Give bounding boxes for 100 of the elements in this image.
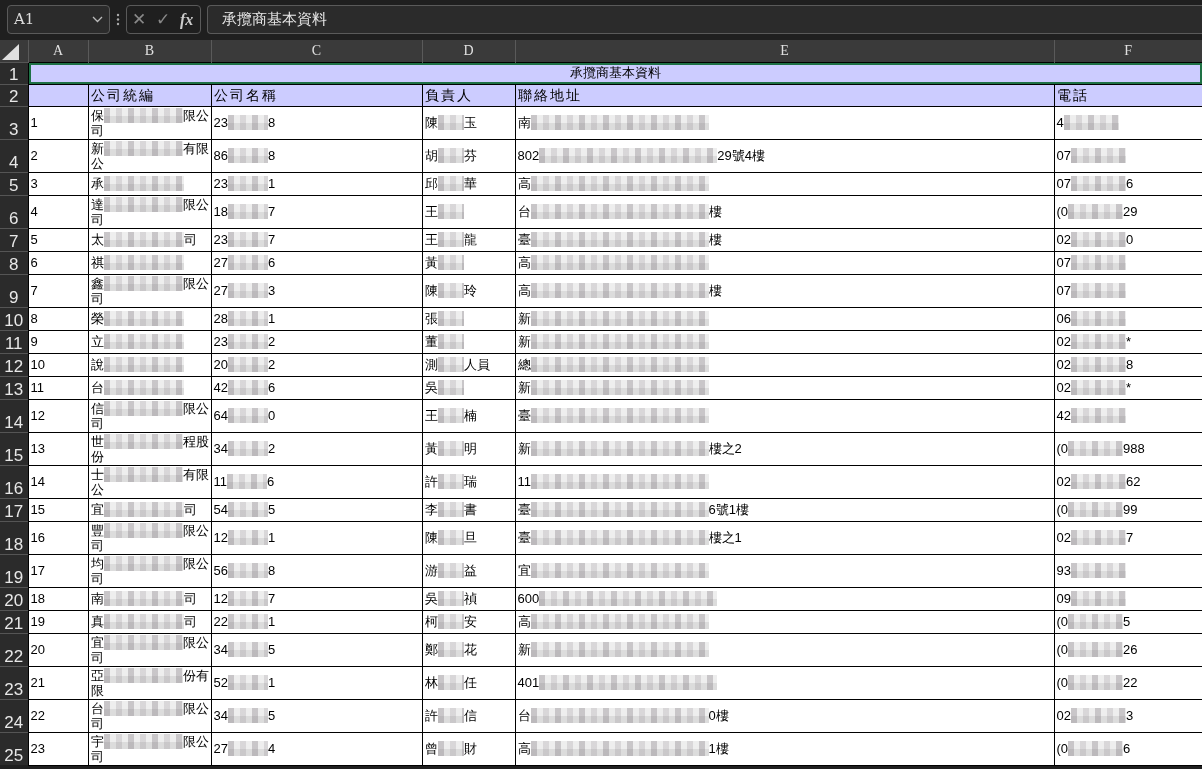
row-header[interactable]: 19 <box>0 554 28 587</box>
formula-bar[interactable]: 承攬商基本資料 <box>207 5 1202 34</box>
cell-text: 宜 <box>90 502 104 517</box>
cell-text: 黃 <box>424 255 438 270</box>
cell-text: 瑞 <box>463 474 477 489</box>
cell-text: 06 <box>1056 311 1071 326</box>
cell-text: 16 <box>30 530 45 545</box>
cell-text: * <box>1125 334 1132 349</box>
cell-text: 太 <box>90 232 104 247</box>
row-header[interactable]: 17 <box>0 498 28 521</box>
cell-text: 6 <box>267 380 276 395</box>
cell-text: 54 <box>213 502 228 517</box>
cell-text: 公 <box>90 155 104 171</box>
row-header[interactable]: 9 <box>0 274 28 307</box>
cell-text: 司 <box>90 122 104 138</box>
cell-text: 29號4樓 <box>717 148 765 163</box>
cell-text: 11 <box>517 474 531 489</box>
cell-text: 南 <box>517 115 531 130</box>
cell-text: 李 <box>424 502 438 517</box>
row-header[interactable]: 10 <box>0 307 28 330</box>
enter-button[interactable]: ✓ <box>156 6 170 33</box>
cell-text: 7 <box>30 283 38 298</box>
cell-text: 18 <box>30 591 45 606</box>
row-header[interactable]: 4 <box>0 139 28 172</box>
cell-text: 02 <box>1056 357 1071 372</box>
row-header[interactable]: 3 <box>0 106 28 139</box>
cell-text: 吳 <box>424 591 438 606</box>
cell-text: 臺 <box>517 530 531 545</box>
row-header[interactable]: 7 <box>0 228 28 251</box>
cell-text: 司 <box>90 570 104 586</box>
row-header[interactable]: 22 <box>0 633 28 666</box>
cell-text: 宜 <box>90 634 104 650</box>
row-header[interactable]: 5 <box>0 172 28 195</box>
column-header[interactable]: A <box>28 40 88 62</box>
redaction-mask <box>227 232 268 247</box>
more-icon[interactable] <box>116 13 120 26</box>
cell-text: 23 <box>213 232 228 247</box>
cell-text: 財 <box>463 741 477 756</box>
insert-function-button[interactable]: fx <box>180 7 194 32</box>
cell-text: 4 <box>267 741 276 756</box>
cell-text: 公 <box>90 481 104 497</box>
column-header[interactable]: D <box>422 40 515 62</box>
cell-text: 限公 <box>182 107 209 123</box>
cancel-button[interactable]: ✕ <box>132 6 146 33</box>
row-header[interactable]: 8 <box>0 251 28 274</box>
cell-text: 均 <box>90 555 104 571</box>
cell-text: 15 <box>30 502 45 517</box>
cell-text: 胡 <box>424 148 438 163</box>
cell-text: 6號1樓 <box>708 502 749 517</box>
cell-text: 高 <box>517 283 531 298</box>
cell-text: 600 <box>517 591 540 606</box>
row-header[interactable]: 18 <box>0 521 28 554</box>
cell-text: 26 <box>1123 642 1138 657</box>
cell-text: 王 <box>424 232 438 247</box>
row-header[interactable]: 20 <box>0 587 28 610</box>
cell-text: 安 <box>463 614 477 629</box>
cell-text: 2 <box>267 441 276 456</box>
row-header[interactable]: 23 <box>0 666 28 699</box>
row-header[interactable]: 25 <box>0 732 28 765</box>
row-header[interactable]: 12 <box>0 353 28 376</box>
cell-text: 19 <box>30 614 45 629</box>
cell-text: 樓 <box>708 283 722 298</box>
cell-text: 龍 <box>463 232 477 247</box>
column-header[interactable]: E <box>515 40 1054 62</box>
row-header[interactable]: 24 <box>0 699 28 732</box>
redaction-mask <box>227 502 268 517</box>
row-header[interactable]: 1 <box>0 62 28 84</box>
cell-text: 56 <box>213 563 228 578</box>
row-header[interactable]: 15 <box>0 432 28 465</box>
select-all-icon[interactable] <box>0 42 20 61</box>
row-header[interactable]: 14 <box>0 399 28 432</box>
row-header[interactable]: 2 <box>0 84 28 106</box>
cell-text: 新 <box>90 140 104 156</box>
row-header[interactable]: 6 <box>0 195 28 228</box>
cell-text: 司 <box>183 232 197 247</box>
column-header[interactable]: C <box>211 40 422 62</box>
column-header[interactable]: B <box>88 40 211 62</box>
cell-text: 6 <box>1123 741 1131 756</box>
redaction-mask <box>1070 357 1126 372</box>
column-header[interactable]: F <box>1054 40 1202 62</box>
cell-text: 10 <box>30 357 45 372</box>
cell-text: 52 <box>213 675 228 690</box>
cell-text: 5 <box>30 232 38 247</box>
cell-text: 立 <box>90 334 104 349</box>
row-header[interactable]: 11 <box>0 330 28 353</box>
redaction-mask <box>437 283 464 298</box>
name-box[interactable]: A1 <box>7 5 110 34</box>
row-header[interactable]: 16 <box>0 465 28 498</box>
cell-text: 07 <box>1056 176 1071 191</box>
cell-text: 2 <box>267 357 276 372</box>
cell-text: 說 <box>90 357 104 372</box>
row-header[interactable]: 13 <box>0 376 28 399</box>
cell-text: 62 <box>1125 474 1141 489</box>
cell-text: 2 <box>30 148 38 163</box>
cell-text: 限公 <box>182 700 209 716</box>
cell-text: 林 <box>424 675 438 690</box>
row-header[interactable]: 21 <box>0 610 28 633</box>
cell-text: 23 <box>213 176 228 191</box>
cell-text: 9 <box>30 334 38 349</box>
cell-text: 司 <box>90 649 104 665</box>
